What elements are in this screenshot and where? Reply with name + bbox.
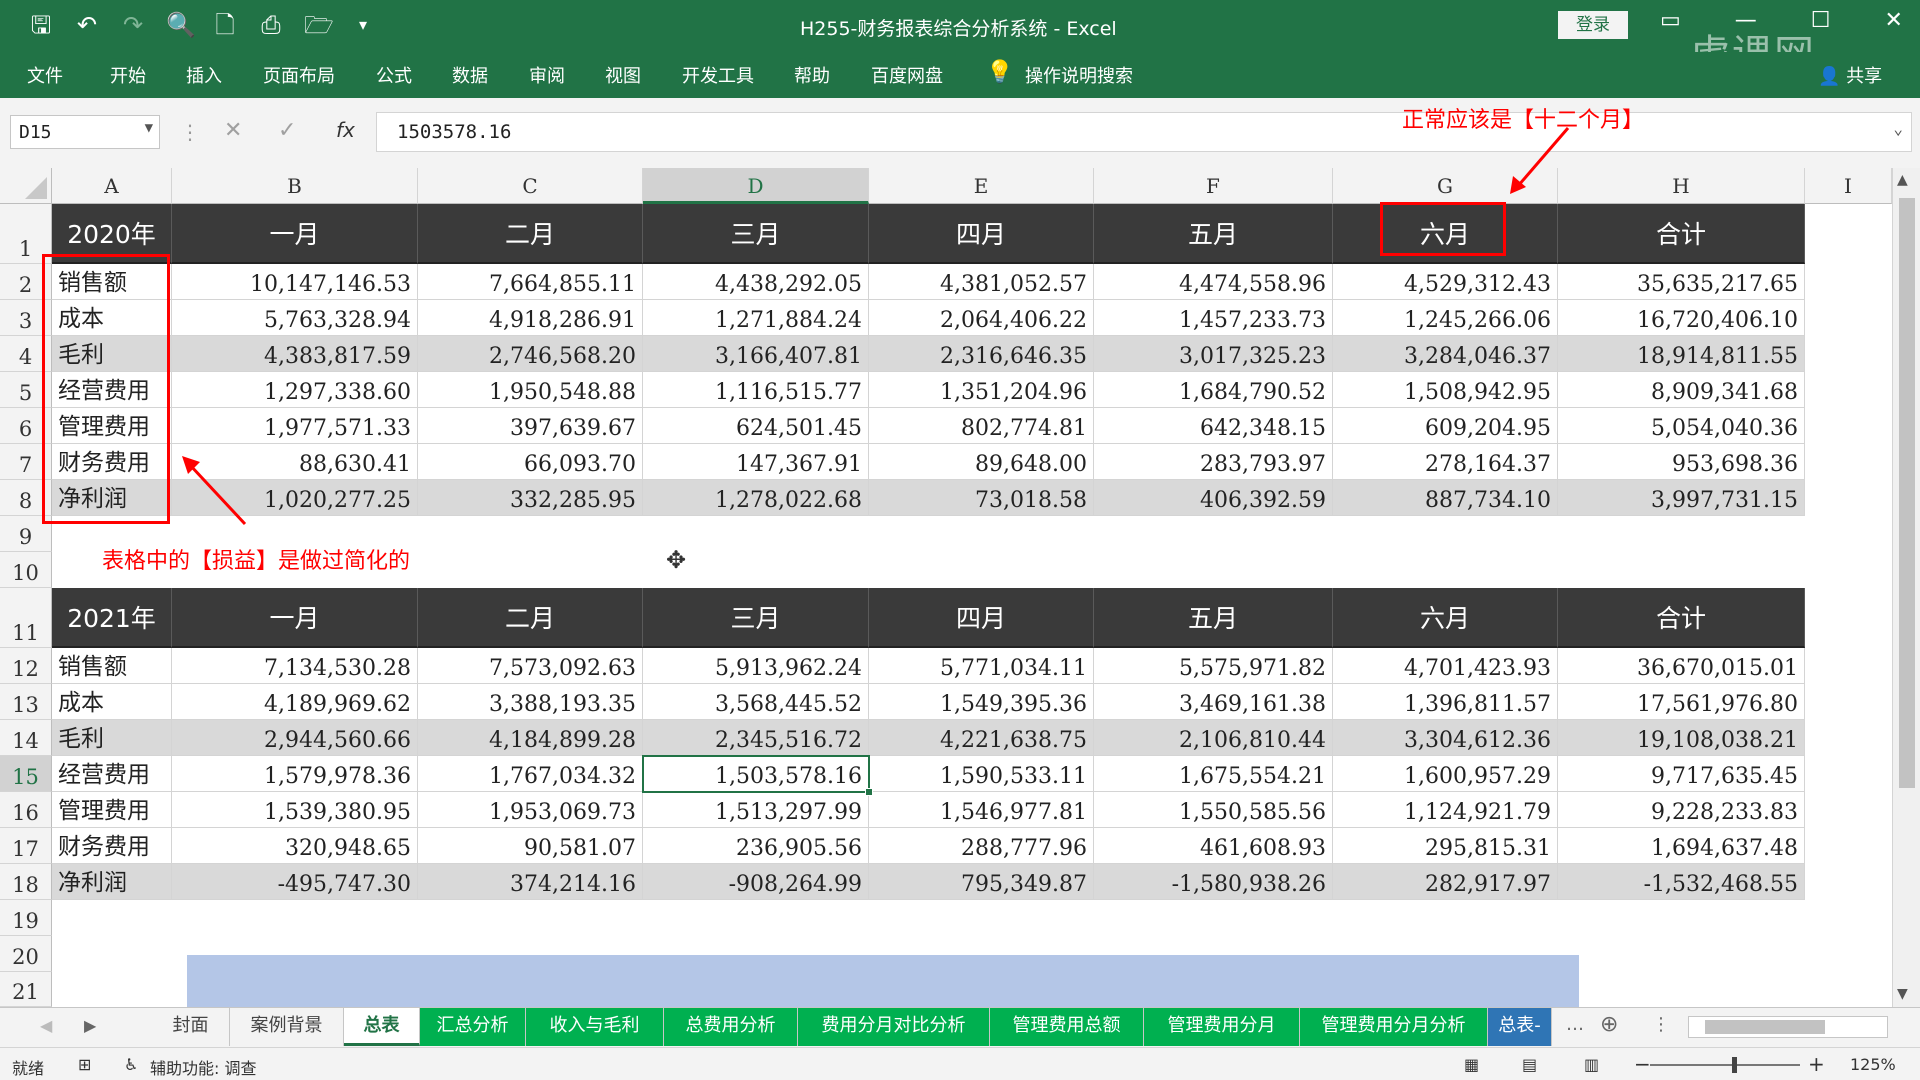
page-layout-view-icon[interactable]: ▤: [1522, 1055, 1537, 1074]
vertical-scrollbar[interactable]: ▲ ▼: [1892, 168, 1920, 1008]
horizontal-scrollbar[interactable]: [1688, 1016, 1888, 1038]
zoom-slider[interactable]: [1650, 1064, 1800, 1066]
sheet-tab-10[interactable]: 总表-: [1488, 1008, 1552, 1046]
sheet-tab-0[interactable]: 封面: [152, 1008, 230, 1046]
zoom-level[interactable]: 125%: [1850, 1055, 1896, 1074]
annotation-arrows: [182, 127, 1570, 526]
sheet-tab-6[interactable]: 费用分月对比分析: [798, 1008, 990, 1046]
sheet-tab-2[interactable]: 总表: [344, 1008, 420, 1046]
accessibility-icon[interactable]: ♿: [124, 1055, 138, 1074]
vertical-scroll-thumb[interactable]: [1899, 198, 1915, 788]
zoom-slider-knob[interactable]: [1732, 1057, 1737, 1073]
add-sheet-icon[interactable]: ⊕: [1600, 1012, 1618, 1037]
tab-scroll-right-icon[interactable]: ▶: [84, 1016, 96, 1035]
accessibility-status[interactable]: 辅助功能: 调查: [150, 1055, 256, 1079]
horizontal-scroll-thumb[interactable]: [1705, 1020, 1825, 1034]
zoom-out-button[interactable]: −: [1634, 1052, 1651, 1076]
excel-window: 🖫 ↶ ↷ 🔍 🗋 ⎙ 🗁 ▾ H255-财务报表综合分析系统 - Excel …: [0, 0, 1920, 1080]
sheet-tab-1[interactable]: 案例背景: [230, 1008, 344, 1046]
scroll-up-icon[interactable]: ▲: [1897, 172, 1908, 188]
status-bar: 就绪 ⊞ ♿ 辅助功能: 调查 ▦ ▤ ▥ − + 125%: [0, 1047, 1920, 1080]
sheet-tab-8[interactable]: 管理费用分月: [1144, 1008, 1300, 1046]
zoom-in-button[interactable]: +: [1808, 1052, 1825, 1076]
sheet-tab-5[interactable]: 总费用分析: [664, 1008, 798, 1046]
normal-view-icon[interactable]: ▦: [1464, 1055, 1479, 1074]
tab-scroll-left-icon[interactable]: ◀: [40, 1016, 52, 1035]
tab-split-handle-icon[interactable]: ⋮: [1652, 1014, 1670, 1035]
cell-cursor-icon: ✥: [666, 546, 687, 574]
macro-record-icon[interactable]: ⊞: [78, 1055, 91, 1074]
sheet-tab-7[interactable]: 管理费用总额: [990, 1008, 1144, 1046]
sheet-tab-9[interactable]: 管理费用分月分析: [1300, 1008, 1488, 1046]
arrow-to-labels: [188, 463, 247, 526]
more-tabs-icon[interactable]: …: [1566, 1014, 1584, 1035]
sheet-tab-bar: ◀ ▶ 封面 案例背景 总表 汇总分析 收入与毛利 总费用分析 费用分月对比分析 管理费用总额…: [0, 1007, 1920, 1047]
status-ready: 就绪: [12, 1059, 45, 1078]
sheet-tab-3[interactable]: 汇总分析: [420, 1008, 526, 1046]
scroll-down-icon[interactable]: ▼: [1897, 986, 1908, 1002]
sheet-tab-4[interactable]: 收入与毛利: [526, 1008, 664, 1046]
page-break-view-icon[interactable]: ▥: [1584, 1055, 1599, 1074]
arrow-to-june: [1516, 127, 1570, 187]
